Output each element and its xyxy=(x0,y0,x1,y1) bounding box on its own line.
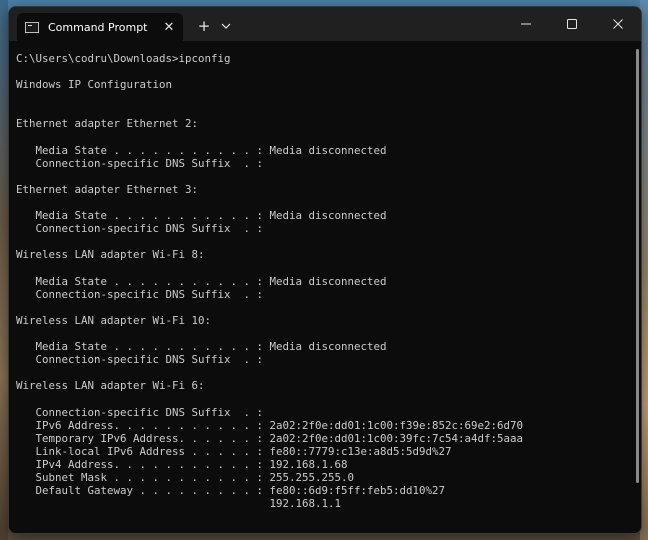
desktop-wallpaper-left xyxy=(0,0,8,540)
terminal-line: IPv6 Address. . . . . . . . . . . : 2a02… xyxy=(16,418,524,432)
tab-title: Command Prompt xyxy=(48,20,148,34)
terminal-line: Connection-specific DNS Suffix . : xyxy=(16,156,264,170)
tab-close-button[interactable]: ✕ xyxy=(161,19,177,35)
close-button[interactable] xyxy=(595,7,641,41)
terminal-line: Media State . . . . . . . . . . . : Medi… xyxy=(16,143,387,157)
terminal-line: Connection-specific DNS Suffix . : xyxy=(16,353,264,367)
title-bar[interactable]: Command Prompt ✕ + xyxy=(9,7,641,41)
terminal-line: Connection-specific DNS Suffix . : xyxy=(16,222,264,236)
window-controls xyxy=(503,7,641,41)
terminal-scrollbar[interactable] xyxy=(636,49,639,483)
terminal-line: Link-local IPv6 Address . . . . . : fe80… xyxy=(16,444,452,458)
terminal-line: 192.168.1.1 xyxy=(16,497,342,511)
maximize-button[interactable] xyxy=(549,7,595,41)
terminal-output[interactable]: C:\Users\codru\Downloads>ipconfig Window… xyxy=(16,52,523,510)
terminal-line: Default Gateway . . . . . . . . . : fe80… xyxy=(16,484,446,498)
terminal-line: Media State . . . . . . . . . . . : Medi… xyxy=(16,274,387,288)
maximize-icon xyxy=(567,19,577,29)
tab-dropdown-button[interactable] xyxy=(215,15,237,37)
terminal-line: Media State . . . . . . . . . . . : Medi… xyxy=(16,340,387,354)
terminal-line: Windows IP Configuration xyxy=(16,78,173,92)
close-icon xyxy=(613,19,623,29)
terminal-line: Ethernet adapter Ethernet 2: xyxy=(16,117,199,131)
terminal-line: Wireless LAN adapter Wi-Fi 6: xyxy=(16,379,205,393)
terminal-line: Connection-specific DNS Suffix . : xyxy=(16,287,264,301)
tab-command-prompt[interactable]: Command Prompt ✕ xyxy=(17,13,183,41)
terminal-line: Ethernet adapter Ethernet 3: xyxy=(16,182,199,196)
terminal-line: Wireless LAN adapter Wi-Fi 8: xyxy=(16,248,205,262)
terminal-line: Wireless LAN adapter Wi-Fi 10: xyxy=(16,313,212,327)
terminal-line: Subnet Mask . . . . . . . . . . . : 255.… xyxy=(16,471,355,484)
minimize-icon xyxy=(521,23,531,25)
terminal-line: IPv4 Address. . . . . . . . . . . : 192.… xyxy=(16,457,348,471)
terminal-line: Temporary IPv6 Address. . . . . . : 2a02… xyxy=(16,431,524,445)
new-tab-button[interactable]: + xyxy=(193,15,215,37)
terminal-line: Media State . . . . . . . . . . . : Medi… xyxy=(16,209,387,223)
command-prompt-window: Command Prompt ✕ + C:\Users\codru\Downlo… xyxy=(8,6,642,534)
terminal-line: Connection-specific DNS Suffix . : xyxy=(16,405,264,419)
terminal-area[interactable]: C:\Users\codru\Downloads>ipconfig Window… xyxy=(9,41,641,533)
minimize-button[interactable] xyxy=(503,7,549,41)
chevron-down-icon xyxy=(221,23,231,29)
terminal-icon xyxy=(25,21,39,33)
terminal-line: C:\Users\codru\Downloads>ipconfig xyxy=(16,52,231,65)
